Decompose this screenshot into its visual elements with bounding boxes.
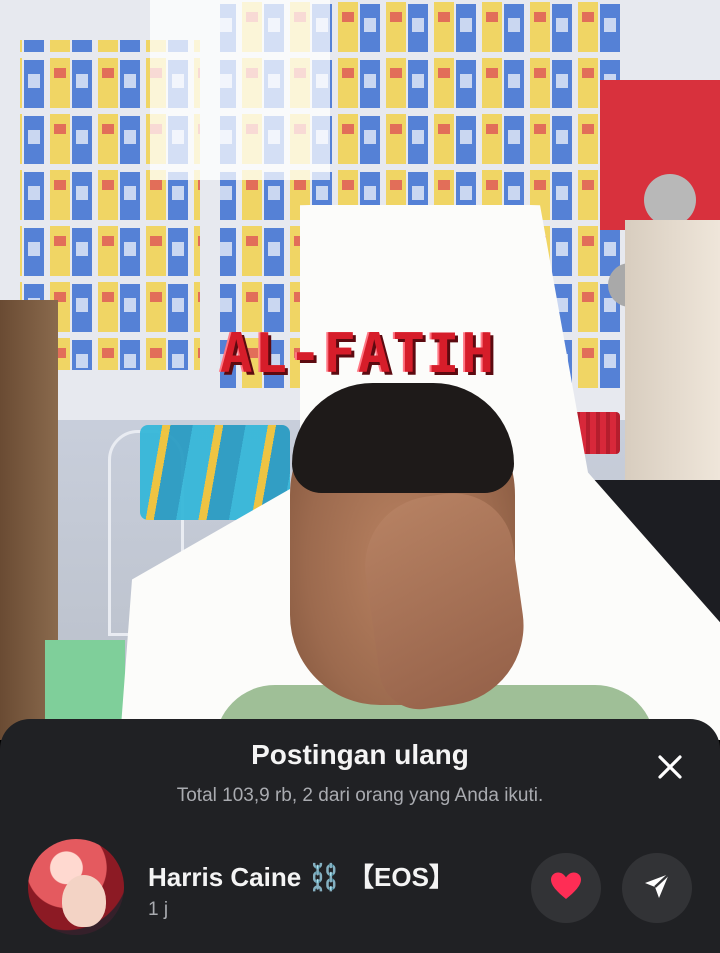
- close-icon: [657, 754, 683, 785]
- reposter-row[interactable]: Harris Caine ⛓️ 【EOS】 1 j: [0, 835, 720, 935]
- share-button[interactable]: [622, 853, 692, 923]
- heart-icon: [550, 871, 582, 906]
- sheet-title: Postingan ulang: [251, 739, 469, 770]
- video-frame[interactable]: AL-FATIH: [0, 0, 720, 740]
- sheet-subtitle: Total 103,9 rb, 2 dari orang yang Anda i…: [176, 785, 544, 806]
- person-hair: [292, 383, 514, 493]
- repost-time: 1 j: [148, 899, 169, 920]
- like-button[interactable]: [531, 853, 601, 923]
- reposter-name[interactable]: Harris Caine ⛓️ 【EOS】: [148, 857, 455, 894]
- close-button[interactable]: [648, 747, 692, 791]
- repost-screen: AL-FATIH Postingan ulang Total 103,9 rb,…: [0, 0, 720, 953]
- reposts-bottom-sheet: Postingan ulang Total 103,9 rb, 2 dari o…: [0, 719, 720, 953]
- avatar[interactable]: [28, 839, 124, 935]
- send-icon: [642, 871, 672, 906]
- video-overlay-title: AL-FATIH: [219, 322, 497, 385]
- avatar-face: [62, 875, 106, 927]
